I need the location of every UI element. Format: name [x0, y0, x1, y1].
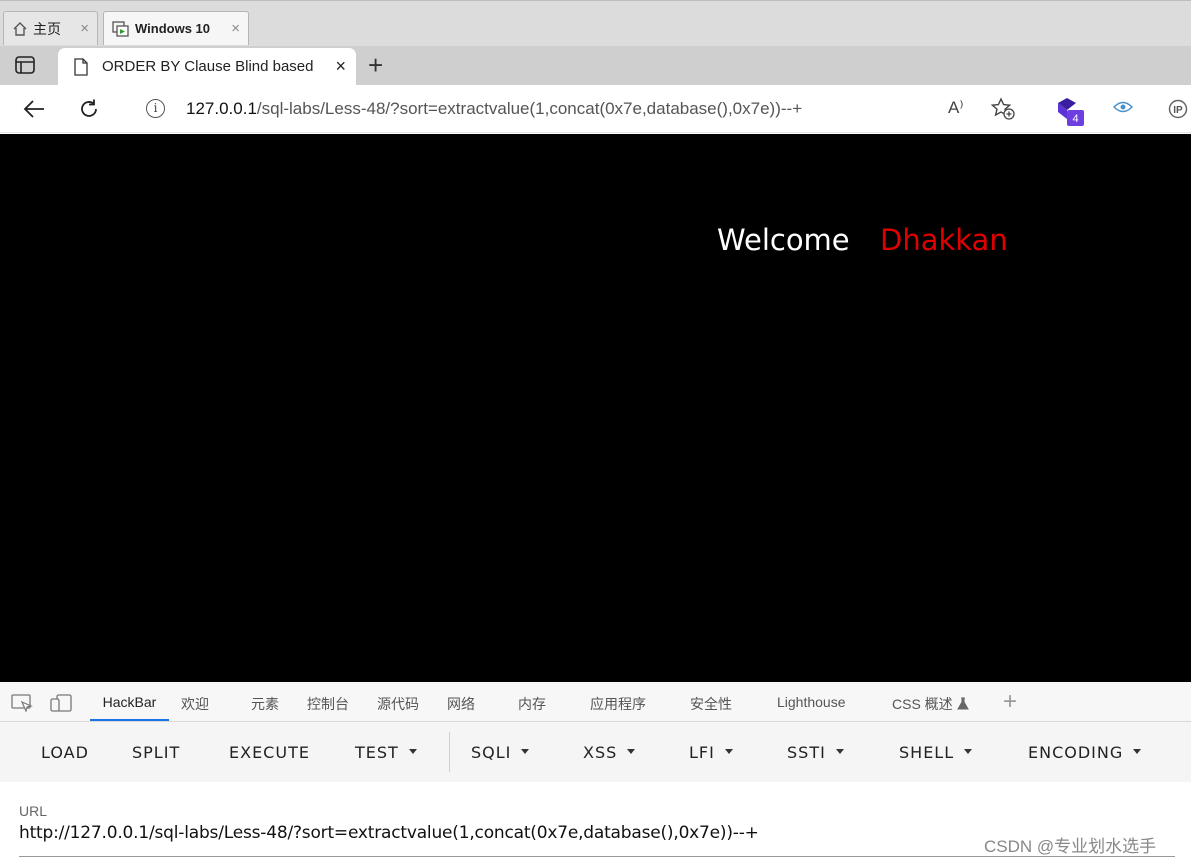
browser-tab-bar: ORDER BY Clause Blind based × +: [0, 46, 1191, 85]
lfi-dropdown[interactable]: LFI: [689, 743, 733, 762]
url-path: /sql-labs/Less-48/?sort=extractvalue(1,c…: [256, 99, 803, 118]
tab-network[interactable]: 网络: [447, 694, 475, 714]
tab-memory[interactable]: 内存: [518, 694, 546, 714]
shell-dropdown[interactable]: SHELL: [899, 743, 973, 762]
extension-badge: 4: [1072, 113, 1078, 125]
refresh-icon: [81, 99, 97, 117]
url-text[interactable]: 127.0.0.1/sql-labs/Less-48/?sort=extract…: [186, 99, 802, 119]
document-icon: [74, 57, 88, 76]
tab-welcome[interactable]: 欢迎: [181, 694, 209, 714]
hackbar-url-field: URL http://127.0.0.1/sql-labs/Less-48/?s…: [0, 782, 1191, 863]
inspect-element-icon[interactable]: [11, 694, 33, 715]
vm-tab-label: 主页: [33, 20, 61, 37]
back-button[interactable]: [21, 96, 47, 122]
sqli-dropdown[interactable]: SQLI: [471, 743, 530, 762]
welcome-name: Dhakkan: [880, 223, 1008, 257]
execute-button[interactable]: EXECUTE: [229, 743, 310, 762]
extension-icon[interactable]: 4: [1055, 96, 1087, 133]
vm-tab-home[interactable]: 主页 ×: [3, 11, 98, 45]
address-bar[interactable]: i 127.0.0.1/sql-labs/Less-48/?sort=extra…: [124, 89, 1042, 127]
arrow-left-icon: [23, 100, 44, 118]
toolbar-divider: [449, 732, 450, 772]
caret-down-icon: [627, 749, 636, 754]
close-icon[interactable]: ×: [335, 56, 346, 77]
more-tabs-button[interactable]: +: [1003, 688, 1017, 716]
vm-tab-label: Windows 10: [135, 21, 211, 36]
test-label: TEST: [355, 743, 399, 762]
encoding-label: ENCODING: [1028, 743, 1124, 762]
tab-security[interactable]: 安全性: [690, 694, 732, 714]
ip-extension-icon[interactable]: IP: [1166, 99, 1191, 124]
tab-css-overview[interactable]: CSS 概述: [892, 694, 969, 714]
info-icon[interactable]: i: [146, 99, 165, 118]
eye-extension-icon[interactable]: [1113, 100, 1133, 119]
tab-lighthouse[interactable]: Lighthouse: [777, 694, 846, 710]
xss-label: XSS: [583, 743, 618, 762]
url-field-label: URL: [19, 803, 48, 819]
caret-down-icon: [964, 749, 973, 754]
tab-hackbar[interactable]: HackBar: [90, 682, 169, 721]
sqli-label: SQLI: [471, 743, 512, 762]
read-aloud-icon[interactable]: A⁾: [948, 98, 964, 118]
tab-console[interactable]: 控制台: [307, 694, 349, 714]
tab-sources[interactable]: 源代码: [377, 694, 419, 714]
shell-label: SHELL: [899, 743, 955, 762]
hackbar-toolbar: LOAD SPLIT EXECUTE TEST SQLI XSS LFI SST…: [0, 722, 1191, 782]
home-icon: [12, 21, 28, 37]
load-button[interactable]: LOAD: [41, 743, 89, 762]
ssti-dropdown[interactable]: SSTI: [787, 743, 844, 762]
new-tab-button[interactable]: +: [368, 50, 383, 80]
tab-title: ORDER BY Clause Blind based: [102, 58, 314, 75]
tab-elements[interactable]: 元素: [251, 694, 279, 714]
page-content: Welcome Dhakkan: [0, 134, 1191, 682]
caret-down-icon: [408, 749, 417, 754]
device-toolbar-icon[interactable]: [50, 694, 72, 715]
caret-down-icon: [835, 749, 844, 754]
caret-down-icon: [1133, 749, 1142, 754]
reload-button[interactable]: [76, 96, 102, 122]
tab-application[interactable]: 应用程序: [590, 694, 646, 714]
close-icon[interactable]: ×: [80, 20, 89, 37]
lfi-label: LFI: [689, 743, 715, 762]
test-dropdown[interactable]: TEST: [355, 743, 417, 762]
flask-icon: [956, 697, 969, 710]
watermark: CSDN @专业划水选手: [984, 837, 1157, 856]
caret-down-icon: [521, 749, 530, 754]
close-icon[interactable]: ×: [231, 20, 240, 37]
url-host: 127.0.0.1: [186, 99, 257, 118]
devtools-tab-strip: HackBar 欢迎 元素 控制台 源代码 网络 内存 应用程序 安全性 Lig…: [0, 682, 1191, 722]
vm-tab-windows[interactable]: Windows 10 ×: [103, 11, 249, 45]
caret-down-icon: [724, 749, 733, 754]
vm-tab-strip: 主页 × Windows 10 ×: [0, 0, 1191, 46]
split-button[interactable]: SPLIT: [132, 743, 180, 762]
tab-active[interactable]: ORDER BY Clause Blind based ×: [58, 48, 356, 85]
url-field-input[interactable]: http://127.0.0.1/sql-labs/Less-48/?sort=…: [19, 823, 759, 843]
ssti-label: SSTI: [787, 743, 826, 762]
vm-icon: [112, 20, 130, 37]
tab-actions-icon[interactable]: [14, 55, 40, 77]
tab-css-overview-label: CSS 概述: [892, 696, 953, 712]
xss-dropdown[interactable]: XSS: [583, 743, 636, 762]
ip-extension-label: IP: [1173, 105, 1183, 116]
welcome-text: Welcome: [717, 223, 850, 257]
favorites-star-icon[interactable]: [990, 97, 1016, 126]
encoding-dropdown[interactable]: ENCODING: [1028, 743, 1142, 762]
